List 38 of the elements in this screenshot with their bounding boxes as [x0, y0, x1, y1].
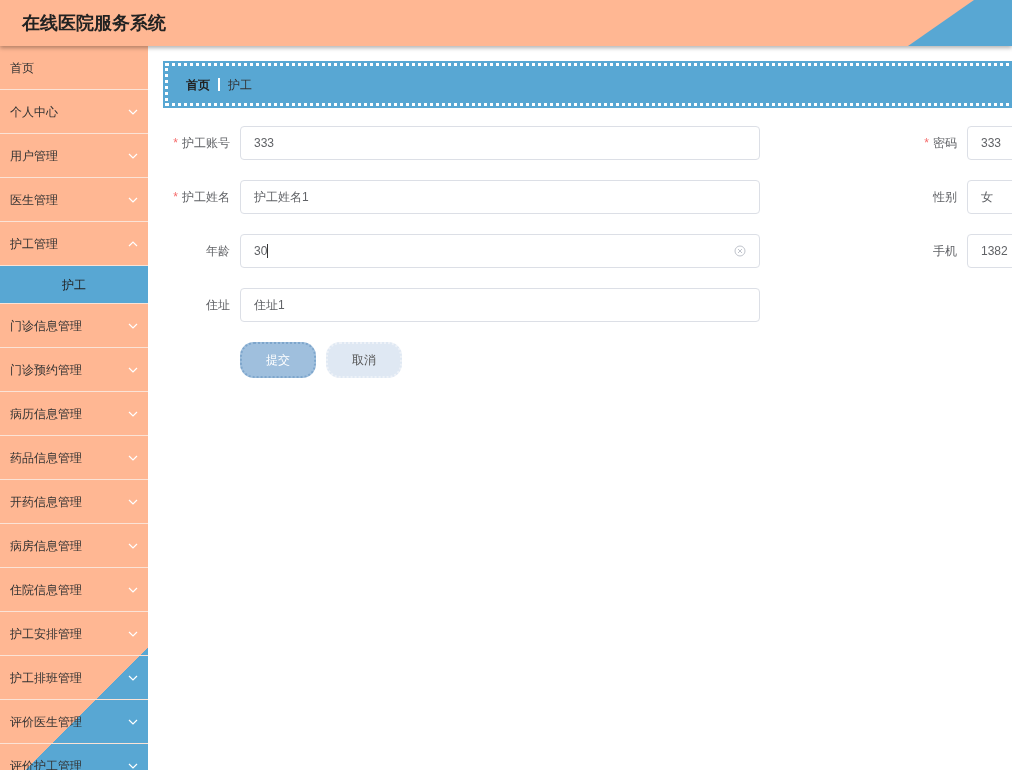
app-title: 在线医院服务系统: [22, 11, 166, 35]
sidebar-item[interactable]: 用户管理: [0, 134, 148, 178]
sidebar-item[interactable]: 护工安排管理: [0, 612, 148, 656]
sidebar-item[interactable]: 门诊预约管理: [0, 348, 148, 392]
input-field[interactable]: 住址1: [240, 288, 760, 322]
breadcrumb-link[interactable]: 首页: [186, 75, 210, 94]
sidebar-item[interactable]: 病历信息管理: [0, 392, 148, 436]
field-label: * 护工账号: [172, 135, 230, 152]
breadcrumb-link[interactable]: 护工: [228, 75, 252, 94]
required-mark: *: [924, 136, 929, 150]
field-label: * 密码: [923, 135, 957, 152]
field-label: * 护工姓名: [172, 189, 230, 206]
sidebar-item[interactable]: 病房信息管理: [0, 524, 148, 568]
field-label: 性别: [932, 189, 957, 206]
sidebar-subitem[interactable]: 护工: [0, 266, 148, 304]
sidebar-item[interactable]: 住院信息管理: [0, 568, 148, 612]
field-label: 住址: [205, 297, 230, 314]
input-field[interactable]: 30: [240, 234, 760, 268]
sidebar-item[interactable]: 个人中心: [0, 90, 148, 134]
input-field[interactable]: 护工姓名1: [240, 180, 760, 214]
sidebar-item[interactable]: 首页: [0, 46, 148, 90]
field-label: 年龄: [205, 243, 230, 260]
input-field[interactable]: 333: [967, 126, 1012, 160]
sidebar-item[interactable]: 药品信息管理: [0, 436, 148, 480]
sidebar-item[interactable]: 护工排班管理: [0, 656, 148, 700]
text-cursor: [267, 244, 269, 258]
input-field[interactable]: 女: [967, 180, 1012, 214]
clear-icon[interactable]: [734, 245, 746, 257]
sidebar-item[interactable]: 医生管理: [0, 178, 148, 222]
required-mark: *: [173, 190, 178, 204]
field-label: 手机: [932, 243, 957, 260]
sidebar-item[interactable]: 门诊信息管理: [0, 304, 148, 348]
input-field[interactable]: 333: [240, 126, 760, 160]
cancel-button[interactable]: 取消: [326, 342, 402, 378]
sidebar-item[interactable]: 开药信息管理: [0, 480, 148, 524]
input-field[interactable]: 1382: [967, 234, 1012, 268]
required-mark: *: [173, 136, 178, 150]
breadcrumb-separator: [218, 78, 220, 91]
